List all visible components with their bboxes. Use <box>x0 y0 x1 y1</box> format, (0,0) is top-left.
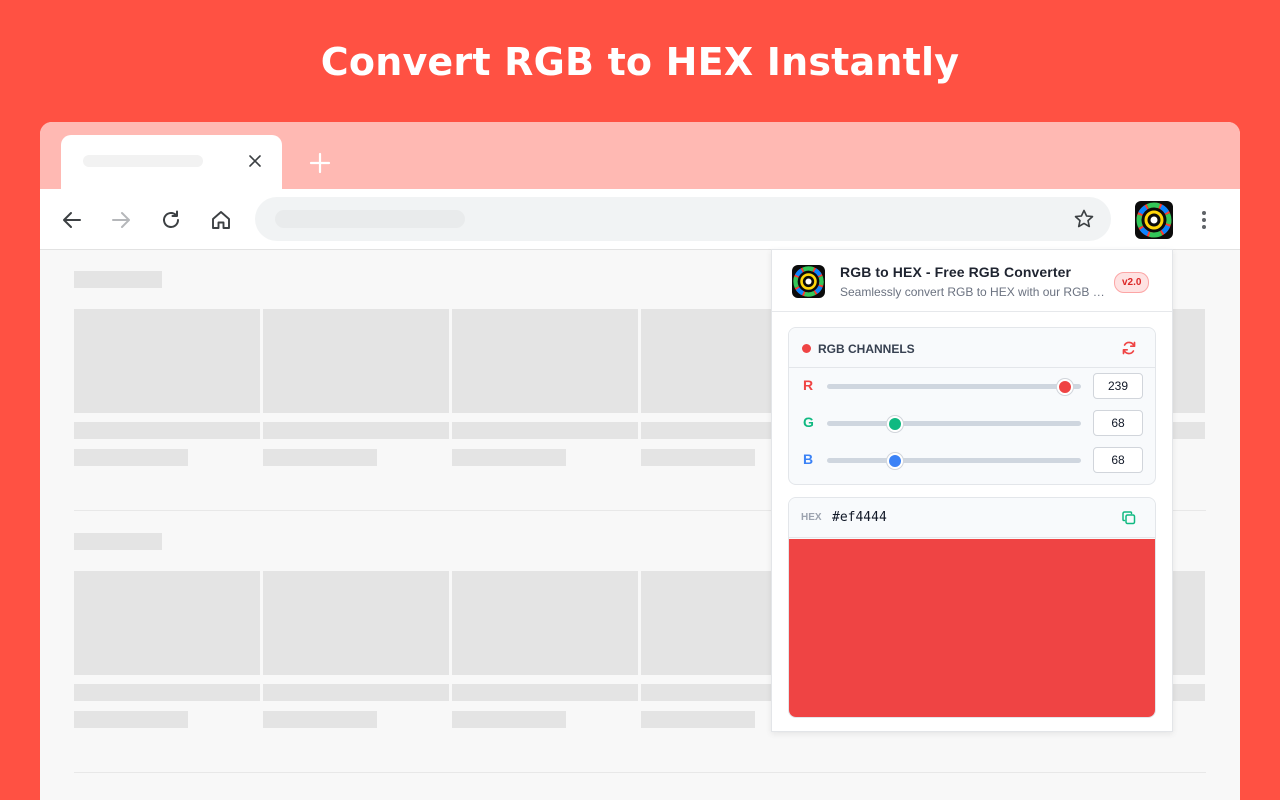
slider-thumb-g[interactable] <box>886 416 903 432</box>
channel-input-r[interactable]: 239 <box>1093 373 1143 399</box>
skeleton-heading <box>74 533 162 550</box>
hex-label: HEX <box>801 512 822 523</box>
skeleton-card <box>1173 309 1205 413</box>
skeleton-card <box>74 571 260 675</box>
kebab-menu-icon <box>1202 211 1206 215</box>
status-dot <box>802 344 811 353</box>
divider <box>74 772 1206 773</box>
channel-row-b: B 68 <box>789 442 1155 479</box>
channel-row-g: G 68 <box>789 405 1155 442</box>
tab-title-placeholder <box>83 155 203 167</box>
back-button[interactable] <box>56 204 88 236</box>
extension-logo <box>792 265 825 298</box>
skeleton-card <box>263 309 449 413</box>
rgb-channels-title: RGB CHANNELS <box>818 342 915 356</box>
reload-button[interactable] <box>155 204 187 236</box>
reload-icon <box>163 210 179 228</box>
hex-output-card: HEX #ef4444 <box>788 497 1156 718</box>
home-icon <box>212 211 230 229</box>
slider-thumb-r[interactable] <box>1057 379 1074 395</box>
browser-menu-button[interactable] <box>1192 204 1216 236</box>
channel-row-r: R 239 <box>789 368 1155 405</box>
url-placeholder <box>275 210 465 228</box>
color-wheel-logo-icon <box>1135 201 1173 239</box>
color-preview-swatch <box>789 539 1155 717</box>
skeleton-card <box>452 309 638 413</box>
version-badge: v2.0 <box>1114 272 1150 293</box>
hero-title: Convert RGB to HEX Instantly <box>320 40 960 84</box>
slider-track-r[interactable] <box>827 379 1081 395</box>
arrow-left-icon <box>63 212 81 228</box>
tab-close-button[interactable] <box>244 150 266 172</box>
close-icon <box>249 155 261 167</box>
channel-letter: G <box>803 414 814 430</box>
rgb-channels-card: RGB CHANNELS R 239 G 68 B 68 <box>788 327 1156 485</box>
slider-track-b[interactable] <box>827 453 1081 469</box>
extension-popup: RGB to HEX - Free RGB Converter Seamless… <box>771 249 1173 732</box>
channel-letter: R <box>803 377 814 393</box>
arrow-right-icon <box>112 212 130 228</box>
address-bar[interactable] <box>255 197 1111 241</box>
slider-track-g[interactable] <box>827 416 1081 432</box>
extension-title: RGB to HEX - Free RGB Converter <box>840 264 1072 280</box>
skeleton-card <box>263 571 449 675</box>
copy-icon[interactable] <box>1121 510 1137 526</box>
tab-strip <box>40 122 1240 189</box>
channel-input-g[interactable]: 68 <box>1093 410 1143 436</box>
slider-thumb-b[interactable] <box>886 453 903 469</box>
browser-tab[interactable] <box>61 135 282 189</box>
new-tab-button[interactable] <box>306 149 334 177</box>
refresh-icon[interactable] <box>1121 340 1137 356</box>
skeleton-card <box>74 309 260 413</box>
channel-letter: B <box>803 451 814 467</box>
home-button[interactable] <box>205 204 237 236</box>
star-icon[interactable] <box>1073 208 1095 230</box>
skeleton-heading <box>74 271 162 288</box>
extension-icon[interactable] <box>1135 201 1173 239</box>
skeleton-card <box>452 571 638 675</box>
popup-header: RGB to HEX - Free RGB Converter Seamless… <box>772 250 1172 312</box>
forward-button[interactable] <box>105 204 137 236</box>
extension-description: Seamlessly convert RGB to HEX with our R… <box>840 285 1105 299</box>
hex-header: HEX #ef4444 <box>789 498 1155 538</box>
plus-icon <box>309 152 331 174</box>
channel-input-b[interactable]: 68 <box>1093 447 1143 473</box>
hex-value[interactable]: #ef4444 <box>832 510 887 525</box>
rgb-channels-header: RGB CHANNELS <box>789 328 1155 368</box>
color-wheel-logo-icon <box>792 265 825 298</box>
browser-toolbar <box>40 189 1240 250</box>
skeleton-card <box>1173 571 1205 675</box>
